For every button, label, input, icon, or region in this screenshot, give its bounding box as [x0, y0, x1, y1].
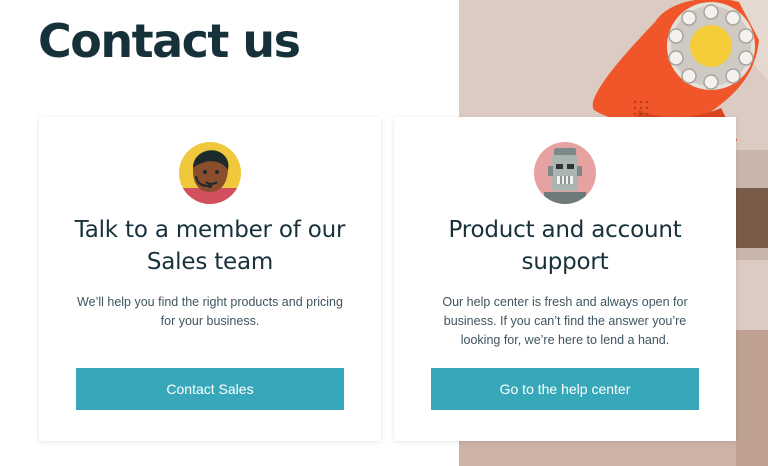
sales-card-title: Talk to a member of our Sales team	[74, 217, 346, 275]
robot-support-icon	[534, 142, 596, 204]
support-card-title: Product and account support	[448, 217, 682, 275]
sales-agent-headset-icon	[179, 142, 241, 204]
help-center-button[interactable]: Go to the help center	[431, 368, 699, 410]
sales-card-description: We’ll help you find the right products a…	[77, 295, 343, 328]
support-card-description: Our help center is fresh and always open…	[442, 295, 688, 347]
sales-contact-card: Talk to a member of our Sales team We’ll…	[39, 117, 381, 441]
page-title: Contact us	[38, 14, 301, 68]
support-contact-card: Product and account support Our help cen…	[394, 117, 736, 441]
contact-sales-button[interactable]: Contact Sales	[76, 368, 344, 410]
